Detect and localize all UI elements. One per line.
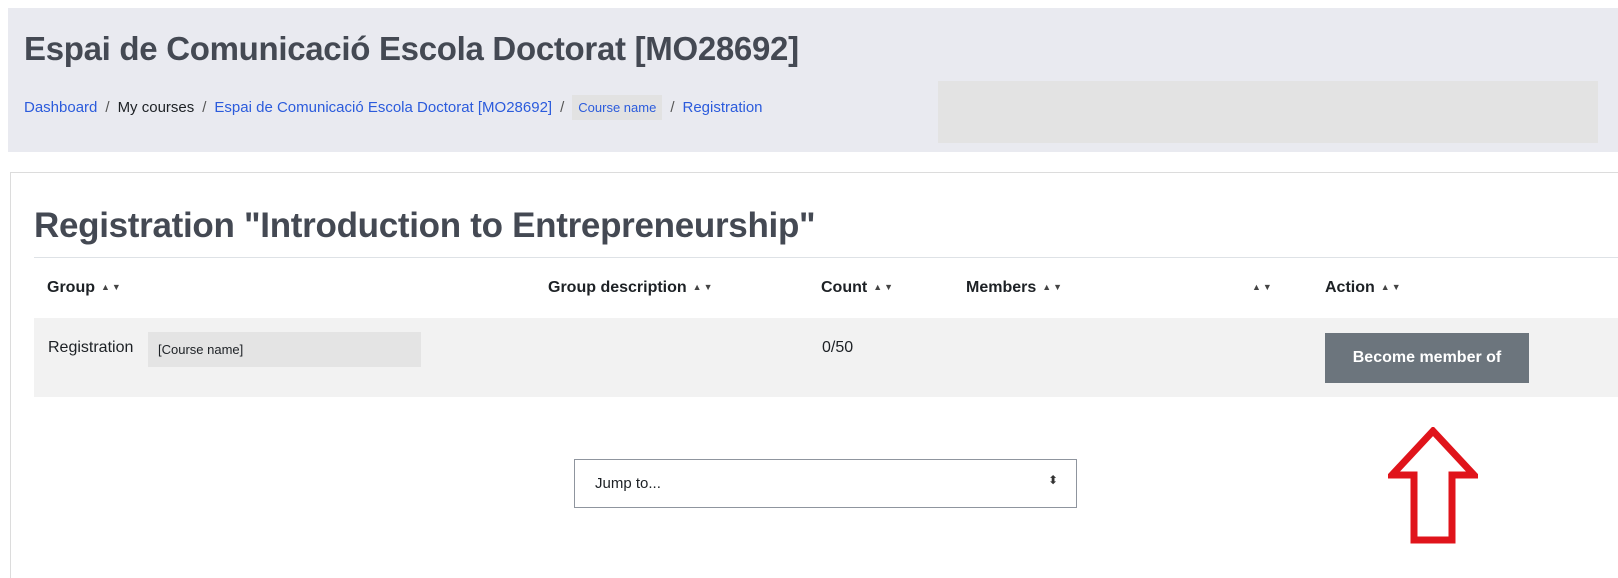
sort-arrows-icon[interactable]: ▲▼: [693, 282, 715, 292]
breadcrumb-separator: /: [105, 98, 110, 116]
column-group-description[interactable]: Group description ▲▼: [548, 279, 715, 297]
group-name: Registration: [48, 339, 134, 356]
jump-to-select[interactable]: Jump to... ⬍: [574, 459, 1077, 508]
red-up-arrow-icon: [1388, 427, 1478, 544]
breadcrumb: Dashboard / My courses / Espai de Comuni…: [24, 92, 763, 122]
column-label: Group: [47, 279, 95, 296]
breadcrumb-separator: /: [202, 98, 207, 116]
column-label: Count: [821, 279, 868, 296]
sort-arrows-icon[interactable]: ▲▼: [873, 282, 895, 292]
column-members[interactable]: Members ▲▼: [966, 279, 1064, 297]
column-label: Group description: [548, 279, 687, 296]
registration-title: Registration "Introduction to Entreprene…: [34, 206, 816, 245]
breadcrumb-my-courses: My courses: [117, 98, 195, 116]
breadcrumb-course[interactable]: Espai de Comunicació Escola Doctorat [MO…: [214, 99, 552, 116]
breadcrumb-separator: /: [560, 98, 565, 116]
sort-arrows-icon[interactable]: ▲▼: [1252, 282, 1274, 292]
column-label: Members: [966, 279, 1037, 296]
breadcrumb-dashboard[interactable]: Dashboard: [24, 99, 97, 116]
jump-to-label: Jump to...: [595, 475, 661, 492]
column-action[interactable]: Action ▲▼: [1325, 279, 1403, 297]
sort-arrows-icon[interactable]: ▲▼: [1042, 282, 1064, 292]
column-group[interactable]: Group ▲▼: [47, 279, 123, 297]
table-row: Registration [Course name] 0/50 Become m…: [34, 318, 1618, 397]
column-unnamed[interactable]: ▲▼: [1246, 279, 1274, 297]
breadcrumb-separator: /: [670, 98, 675, 116]
become-member-button[interactable]: Become member of: [1325, 333, 1529, 383]
sort-arrows-icon[interactable]: ▲▼: [101, 282, 123, 292]
redacted-course-name: [Course name]: [148, 332, 421, 367]
course-title: Espai de Comunicació Escola Doctorat [MO…: [24, 30, 799, 67]
redacted-area: [938, 81, 1598, 143]
chevron-updown-icon: ⬍: [1047, 473, 1058, 487]
breadcrumb-course-name[interactable]: Course name: [572, 94, 663, 120]
member-count: 0/50: [822, 339, 854, 356]
sort-arrows-icon[interactable]: ▲▼: [1381, 282, 1403, 292]
column-count[interactable]: Count ▲▼: [821, 279, 895, 297]
column-label: Action: [1325, 279, 1375, 296]
table-header: Group ▲▼ Group description ▲▼ Count ▲▼ Memb…: [34, 257, 1618, 319]
breadcrumb-registration[interactable]: Registration: [682, 99, 762, 116]
